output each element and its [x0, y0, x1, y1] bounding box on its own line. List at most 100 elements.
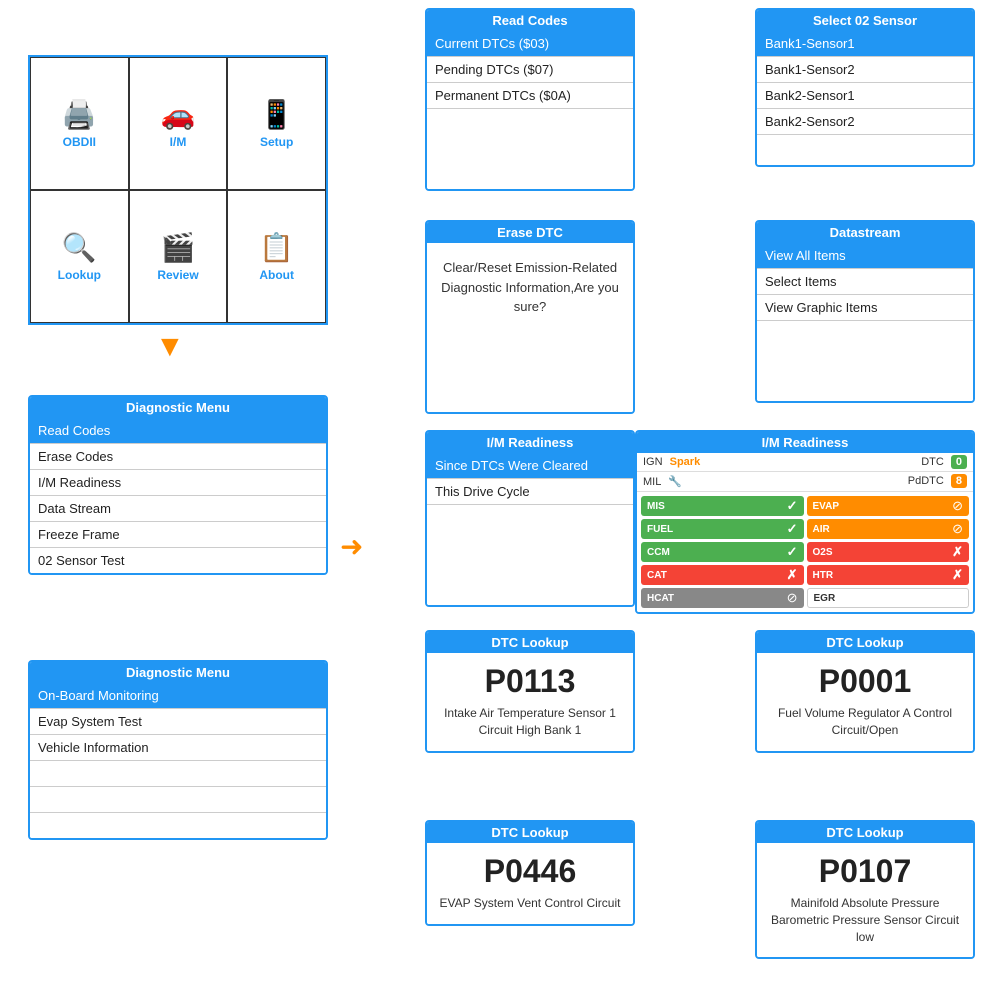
im-hcat-label: HCAT [647, 593, 674, 604]
dtc-lookup-2-panel: DTC Lookup P0001 Fuel Volume Regulator A… [755, 630, 975, 753]
im-info-row1: IGN Spark DTC 0 [637, 453, 973, 472]
im-icon: 🚗 [161, 98, 196, 131]
ds-select-items[interactable]: Select Items [757, 269, 973, 295]
o2-bank2-sensor2[interactable]: Bank2-Sensor2 [757, 109, 973, 135]
dtc-1-desc: Intake Air Temperature Sensor 1 Circuit … [427, 705, 633, 751]
im-since-cleared[interactable]: Since DTCs Were Cleared [427, 453, 633, 479]
review-icon: 🎬 [161, 231, 196, 264]
diag-item-vehicle-info[interactable]: Vehicle Information [30, 735, 326, 761]
ds-view-all[interactable]: View All Items [757, 243, 973, 269]
menu-obdii[interactable]: 🖨️ OBDII [30, 57, 129, 190]
im-hcat: HCAT ⊘ [641, 588, 804, 608]
im-air-status: ⊘ [952, 521, 963, 537]
menu-about[interactable]: 📋 About [227, 190, 326, 323]
read-permanent-dtcs[interactable]: Permanent DTCs ($0A) [427, 83, 633, 109]
dtc-lookup-3-panel: DTC Lookup P0446 EVAP System Vent Contro… [425, 820, 635, 926]
diag-item-data-stream[interactable]: Data Stream [30, 496, 326, 522]
diag-menu-2-header: Diagnostic Menu [30, 662, 326, 683]
diag-item-empty-3 [30, 813, 326, 838]
menu-review[interactable]: 🎬 Review [129, 190, 228, 323]
read-codes-panel: Read Codes Current DTCs ($03) Pending DT… [425, 8, 635, 191]
read-pending-dtcs[interactable]: Pending DTCs ($07) [427, 57, 633, 83]
diag-item-erase-codes[interactable]: Erase Codes [30, 444, 326, 470]
im-large-body: IGN Spark DTC 0 MIL 🔧 PdDTC 8 MIS ✓ [637, 453, 973, 612]
im-pddtc: PdDTC 8 [908, 475, 967, 488]
diag-item-onboard[interactable]: On-Board Monitoring [30, 683, 326, 709]
im-small-body: Since DTCs Were Cleared This Drive Cycle [427, 453, 633, 605]
im-this-cycle[interactable]: This Drive Cycle [427, 479, 633, 505]
im-ccm-label: CCM [647, 547, 670, 558]
menu-lookup[interactable]: 🔍 Lookup [30, 190, 129, 323]
diag-item-read-codes[interactable]: Read Codes [30, 418, 326, 444]
im-air: AIR ⊘ [807, 519, 970, 539]
datastream-body: View All Items Select Items View Graphic… [757, 243, 973, 401]
im-ign-value: Spark [670, 456, 701, 468]
im-ign-label: IGN [643, 456, 663, 468]
o2-bank1-sensor2[interactable]: Bank1-Sensor2 [757, 57, 973, 83]
diag-item-o2-sensor[interactable]: 02 Sensor Test [30, 548, 326, 573]
diag-item-im-readiness[interactable]: I/M Readiness [30, 470, 326, 496]
dtc-3-desc: EVAP System Vent Control Circuit [427, 895, 633, 924]
im-fuel: FUEL ✓ [641, 519, 804, 539]
main-menu: 🖨️ OBDII 🚗 I/M 📱 Setup 🔍 Lookup 🎬 Review… [28, 55, 328, 325]
dtc-2-desc: Fuel Volume Regulator A Control Circuit/… [757, 705, 973, 751]
im-status-grid: MIS ✓ EVAP ⊘ FUEL ✓ AIR ⊘ CCM ✓ O2S ✗ [637, 492, 973, 612]
im-ccm-status: ✓ [787, 544, 798, 560]
dtc-2-code: P0001 [757, 653, 973, 705]
im-large-header: I/M Readiness [637, 432, 973, 453]
im-mis-label: MIS [647, 501, 665, 512]
read-empty-1 [427, 109, 633, 189]
diag-item-evap[interactable]: Evap System Test [30, 709, 326, 735]
im-htr-status: ✗ [952, 567, 963, 583]
read-current-dtcs[interactable]: Current DTCs ($03) [427, 31, 633, 57]
obdii-icon: 🖨️ [62, 98, 97, 131]
im-o2s-status: ✗ [952, 544, 963, 560]
im-htr-label: HTR [813, 570, 834, 581]
im-fuel-status: ✓ [787, 521, 798, 537]
im-dtc-label: DTC [921, 456, 944, 468]
read-codes-header: Read Codes [427, 10, 633, 31]
dtc-4-code: P0107 [757, 843, 973, 895]
dtc-lookup-3-body: P0446 EVAP System Vent Control Circuit [427, 843, 633, 924]
dtc-3-code: P0446 [427, 843, 633, 895]
im-cat-label: CAT [647, 570, 667, 581]
im-dtc-value: 0 [951, 455, 967, 469]
im-ccm: CCM ✓ [641, 542, 804, 562]
im-pddtc-label: PdDTC [908, 475, 944, 487]
obdii-label: OBDII [63, 135, 96, 149]
diag-item-empty-1 [30, 761, 326, 787]
o2-bank1-sensor1[interactable]: Bank1-Sensor1 [757, 31, 973, 57]
dtc-lookup-3-header: DTC Lookup [427, 822, 633, 843]
im-label: I/M [170, 135, 187, 149]
im-egr-label: EGR [814, 593, 836, 604]
diag-menu-1: Diagnostic Menu Read Codes Erase Codes I… [28, 395, 328, 575]
erase-dtc-text: Clear/Reset Emission-Related Diagnostic … [427, 243, 633, 332]
diag-menu-1-body: Read Codes Erase Codes I/M Readiness Dat… [30, 418, 326, 573]
ds-empty [757, 321, 973, 401]
im-pddtc-value: 8 [951, 474, 967, 488]
im-mil: MIL 🔧 [643, 475, 682, 488]
setup-icon: 📱 [259, 98, 294, 131]
o2-empty [757, 135, 973, 165]
im-evap-status: ⊘ [952, 498, 963, 514]
ds-view-graphic[interactable]: View Graphic Items [757, 295, 973, 321]
im-egr: EGR [807, 588, 970, 608]
diag-item-freeze-frame[interactable]: Freeze Frame [30, 522, 326, 548]
erase-dtc-body: Clear/Reset Emission-Related Diagnostic … [427, 243, 633, 412]
im-mis-status: ✓ [787, 498, 798, 514]
dtc-lookup-1-header: DTC Lookup [427, 632, 633, 653]
dtc-1-code: P0113 [427, 653, 633, 705]
im-readiness-large-panel: I/M Readiness IGN Spark DTC 0 MIL 🔧 PdDT… [635, 430, 975, 614]
menu-im[interactable]: 🚗 I/M [129, 57, 228, 190]
dtc-lookup-4-header: DTC Lookup [757, 822, 973, 843]
dtc-4-desc: Mainifold Absolute Pressure Barometric P… [757, 895, 973, 957]
diag-menu-2-body: On-Board Monitoring Evap System Test Veh… [30, 683, 326, 838]
lookup-icon: 🔍 [62, 231, 97, 264]
o2-bank2-sensor1[interactable]: Bank2-Sensor1 [757, 83, 973, 109]
menu-setup[interactable]: 📱 Setup [227, 57, 326, 190]
im-evap: EVAP ⊘ [807, 496, 970, 516]
im-hcat-status: ⊘ [787, 590, 798, 606]
about-icon: 📋 [259, 231, 294, 264]
datastream-panel: Datastream View All Items Select Items V… [755, 220, 975, 403]
dtc-lookup-2-header: DTC Lookup [757, 632, 973, 653]
